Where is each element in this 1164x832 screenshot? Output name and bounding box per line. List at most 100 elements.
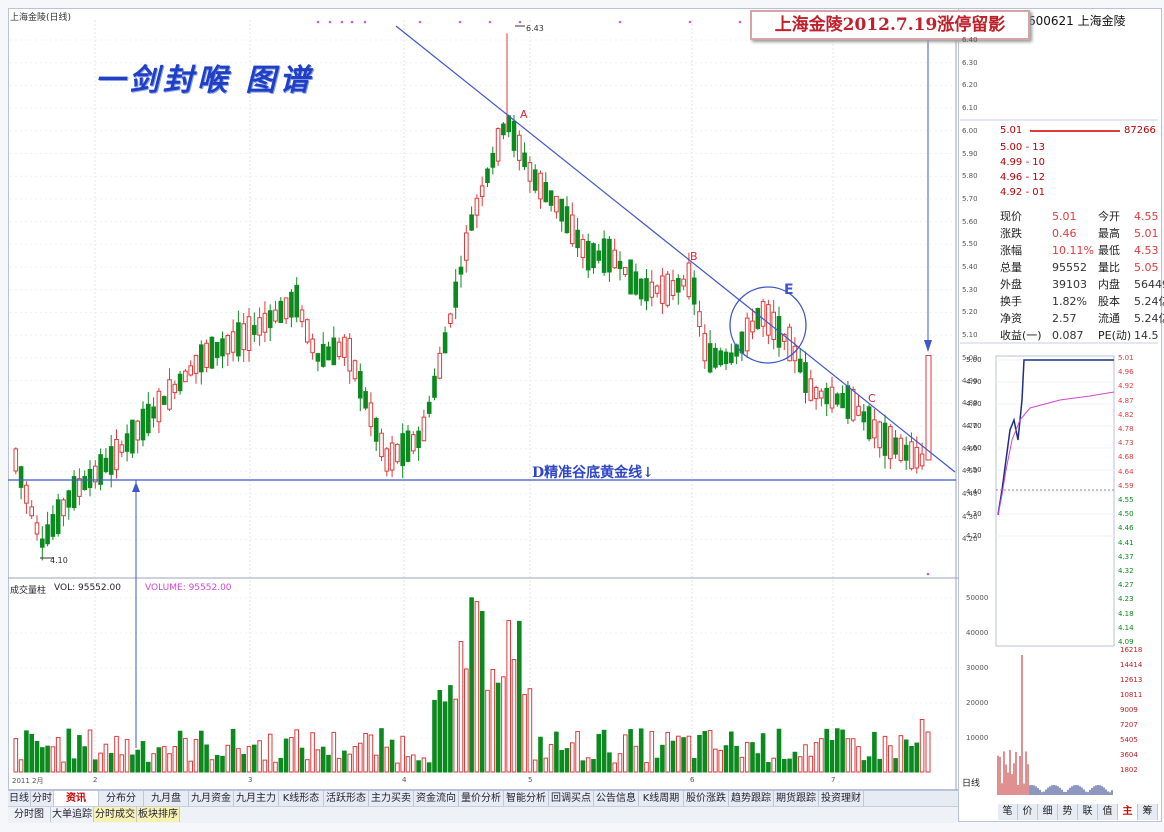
candle [45,524,50,545]
volume-bar [82,746,88,773]
bottom-tab-2[interactable]: 大单追踪 [51,807,94,822]
right-tab[interactable]: 价 [1018,804,1038,820]
volume-bar [214,754,220,773]
candle [845,385,851,419]
bottom-tab-2[interactable]: 分时图 [8,807,51,822]
volume-bar [723,745,729,773]
bottom-tab[interactable]: 回调买点 [549,791,594,806]
candle [570,214,575,245]
candle [400,433,405,467]
bottom-tab[interactable]: 分布分 [99,791,144,806]
candle [903,444,909,461]
bottom-tab[interactable]: 分时 [31,791,54,806]
volume-bar [119,754,125,773]
bottom-tab[interactable]: 主力买卖 [369,791,414,806]
candle [840,392,845,409]
intraday-right-tick: 4.32 [1118,567,1134,575]
intraday-vol-tick: 12613 [1120,676,1143,684]
volume-bar [40,747,45,773]
candle [543,182,549,203]
kline-x-tick: 3 [248,776,253,784]
volume-bar [750,742,755,773]
bottom-tab[interactable]: 股价涨跌 [684,791,729,806]
right-tab[interactable]: 主 [1118,804,1138,820]
volume-bar [395,762,400,773]
bottom-tab[interactable]: 日线 [8,791,31,806]
volume-bar [379,728,384,773]
volume-bar [421,757,427,773]
volume-bar [326,754,331,773]
candle [527,162,533,182]
kline-x-tick: 2 [93,776,98,784]
quote-label: 换手 [1000,295,1022,308]
volume-bar [474,601,480,773]
candle [448,313,453,325]
candle [395,443,400,463]
volume-bar [676,735,681,773]
bottom-tab-2[interactable]: 板块排序 [137,807,180,822]
right-tab[interactable]: 筹 [1138,804,1158,820]
volume-header-vol: VOL: 95552.00 [54,583,121,593]
bottom-tab[interactable]: 投资理财 [819,791,864,806]
candle [342,336,347,358]
ask-price: 5.01 [1000,125,1023,136]
candle [24,484,29,504]
volume-bar [782,758,787,773]
candle [665,273,671,306]
kline-y-tick: 6.20 [962,81,978,90]
candle [474,197,480,216]
candle [644,278,649,302]
volume-bar [246,746,252,773]
volume-bar [34,740,40,773]
right-tab[interactable]: 联 [1078,804,1098,820]
bottom-tab[interactable]: 期货跟踪 [774,791,819,806]
bottom-tab[interactable]: 九月资金 [189,791,234,806]
intraday-right-tick: 4.96 [1118,368,1134,377]
candle [469,214,474,231]
volume-bar [877,758,883,773]
candle [347,337,352,372]
quote-label: 今开 [1098,210,1120,223]
right-tab[interactable]: 势 [1058,804,1078,820]
bottom-tab[interactable]: 资讯 [54,791,99,806]
volume-bar [808,755,814,773]
bottom-tab[interactable]: 公告信息 [594,791,639,806]
volume-bar [607,752,612,773]
candle [299,309,305,323]
bottom-tab-2[interactable]: 分时成交 [94,807,137,822]
candle [214,341,220,359]
volume-bar [442,701,448,773]
intraday-right-tick: 4.46 [1118,524,1134,533]
bottom-tab[interactable]: 智能分析 [504,791,549,806]
bottom-tab[interactable]: 九月主力 [234,791,279,806]
kline-x-tick: 6 [690,776,695,784]
candle [564,206,570,234]
right-tab[interactable]: 值 [1098,804,1118,820]
candle [479,185,485,198]
candle [103,457,109,473]
candle [34,522,40,535]
volume-bar [358,742,363,773]
volume-bar [347,753,352,773]
bottom-tab[interactable]: 九月盘 [144,791,189,806]
right-tab[interactable]: 笔 [998,804,1018,820]
support-line-label: D精准谷底黄金线↓ [532,465,654,481]
kline-x-tick: 4 [402,776,407,784]
volume-y-tick: 30000 [966,664,989,672]
right-tab[interactable]: 细 [1038,804,1058,820]
candle [909,441,914,470]
bottom-tab[interactable]: 趋势跟踪 [729,791,774,806]
volume-bar [66,728,72,773]
volume-bar [554,731,559,773]
volume-bar [707,730,713,773]
candle [77,478,82,497]
candle [861,411,867,423]
bottom-tab[interactable]: K线形态 [279,791,324,806]
bottom-tab[interactable]: 量价分析 [459,791,504,806]
bottom-tab[interactable]: 活跃形态 [324,791,369,806]
chart-canvas[interactable] [0,0,1164,832]
volume-bar [538,736,543,773]
intraday-vol-tick: 1802 [1120,766,1138,774]
bottom-tab[interactable]: K线周期 [639,791,684,806]
bottom-tab[interactable]: 资金流向 [414,791,459,806]
